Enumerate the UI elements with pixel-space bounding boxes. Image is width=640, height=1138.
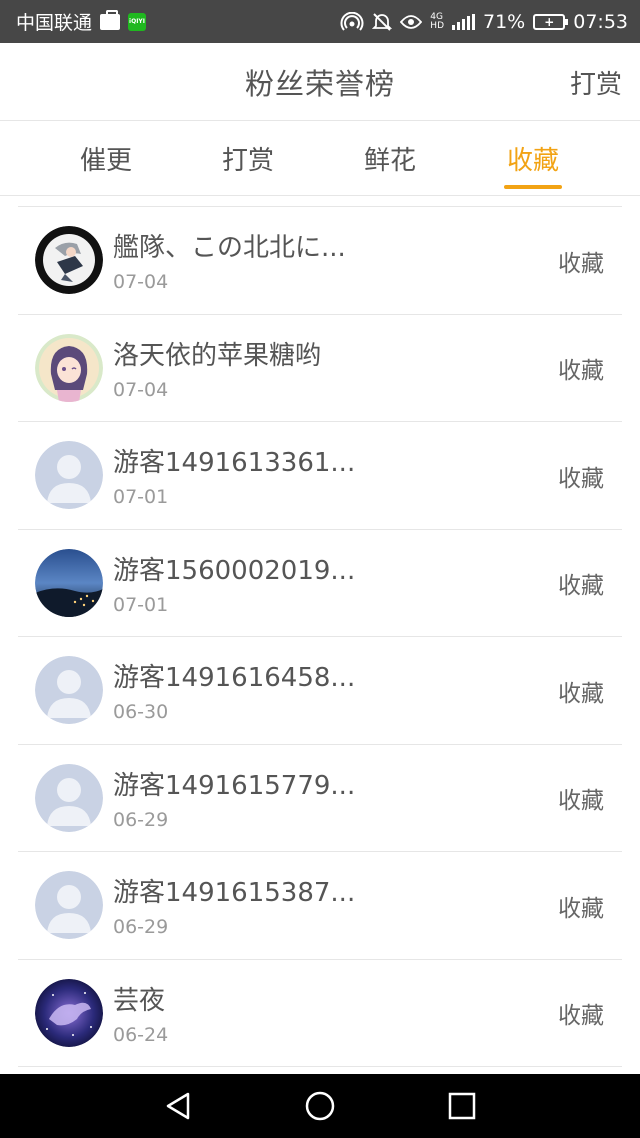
favorite-label: 收藏 [558, 1003, 604, 1029]
list-item[interactable]: 游客1560002019... 07-01 收藏 [18, 530, 622, 637]
date: 07-04 [113, 378, 169, 401]
home-icon[interactable] [280, 1074, 360, 1138]
iqiyi-app-icon: iQIYI [128, 12, 147, 31]
user-name: 芸夜 [113, 985, 166, 1016]
list-item[interactable]: 艦隊、この北北に... 07-04 收藏 [18, 207, 622, 315]
tab-bar: 催更 打赏 鲜花 收藏 [0, 121, 640, 196]
favorite-label: 收藏 [558, 358, 604, 384]
default-user-avatar[interactable] [35, 656, 103, 724]
fan-list: 艦隊、この北北に... 07-04 收藏 洛天依的苹果糖哟 07-04 收藏 游… [18, 206, 622, 1067]
status-left: 中国联通 iQIYI [16, 8, 147, 35]
battery-charging-icon: + [533, 13, 569, 30]
briefcase-icon [100, 9, 121, 30]
date: 06-24 [113, 1023, 169, 1046]
date: 06-30 [113, 701, 169, 723]
page-title: 粉丝荣誉榜 [244, 66, 395, 101]
list-item[interactable]: 游客1491616458... 06-30 收藏 [18, 637, 622, 745]
status-bar: 中国联通 iQIYI 4G HD 71% + 07:53 [0, 0, 640, 43]
active-tab-indicator [504, 185, 562, 189]
date: 06-29 [113, 916, 169, 938]
user-name: 游客1491615779... [113, 770, 356, 801]
tab-reward[interactable]: 打赏 [212, 121, 284, 196]
clock: 07:53 [573, 10, 628, 33]
user-name: 艦隊、この北北に... [113, 233, 346, 263]
network-sub: HD [430, 20, 444, 31]
carrier-name: 中国联通 [16, 12, 93, 34]
favorite-label: 收藏 [558, 895, 604, 922]
back-icon[interactable] [138, 1074, 218, 1138]
hotspot-icon [340, 11, 364, 32]
favorite-label: 收藏 [558, 465, 604, 492]
night-city-avatar[interactable] [35, 548, 103, 617]
user-name: 洛天依的苹果糖哟 [113, 340, 322, 371]
date: 07-04 [113, 271, 169, 293]
list-item[interactable]: 游客1491615387... 06-29 收藏 [18, 852, 622, 960]
signal-icon [452, 13, 475, 30]
list-item[interactable]: 游客1491613361... 07-01 收藏 [18, 422, 622, 530]
network-type-label: 4G HD [430, 12, 444, 31]
date: 07-01 [113, 593, 169, 616]
recents-icon[interactable] [422, 1074, 502, 1138]
favorite-label: 收藏 [558, 788, 604, 814]
battery-percent: 71% [483, 10, 526, 33]
favorite-label: 收藏 [558, 680, 604, 707]
favorite-label: 收藏 [558, 573, 604, 599]
tab-urge[interactable]: 催更 [70, 121, 142, 196]
date: 06-29 [113, 808, 169, 831]
list-item[interactable]: 洛天依的苹果糖哟 07-04 收藏 [18, 315, 622, 422]
default-user-avatar[interactable] [35, 441, 103, 509]
reward-button[interactable]: 打赏 [570, 43, 622, 121]
tab-flowers[interactable]: 鲜花 [354, 121, 426, 196]
system-nav-bar [0, 1074, 640, 1138]
iqiyi-app-label: iQIYI [129, 18, 145, 25]
list-item[interactable]: 芸夜 06-24 收藏 [18, 960, 622, 1067]
user-name: 游客1491616458... [113, 663, 356, 693]
favorite-label: 收藏 [558, 250, 604, 277]
mute-icon [372, 12, 393, 32]
user-name: 游客1491613361... [113, 448, 356, 478]
galaxy-pegasus-avatar[interactable] [35, 978, 103, 1047]
user-name: 游客1491615387... [113, 878, 356, 908]
date: 07-01 [113, 486, 169, 508]
header: 粉丝荣誉榜 打赏 [0, 43, 640, 121]
list-item[interactable]: 游客1491615779... 06-29 收藏 [18, 745, 622, 852]
status-right: 4G HD 71% + 07:53 [340, 11, 628, 33]
anime-boy-avatar[interactable] [35, 226, 103, 294]
eye-comfort-icon [400, 14, 423, 30]
default-user-avatar[interactable] [35, 871, 103, 939]
user-name: 游客1560002019... [113, 555, 356, 586]
default-user-avatar[interactable] [35, 763, 103, 832]
anime-girl-avatar[interactable] [35, 333, 103, 402]
